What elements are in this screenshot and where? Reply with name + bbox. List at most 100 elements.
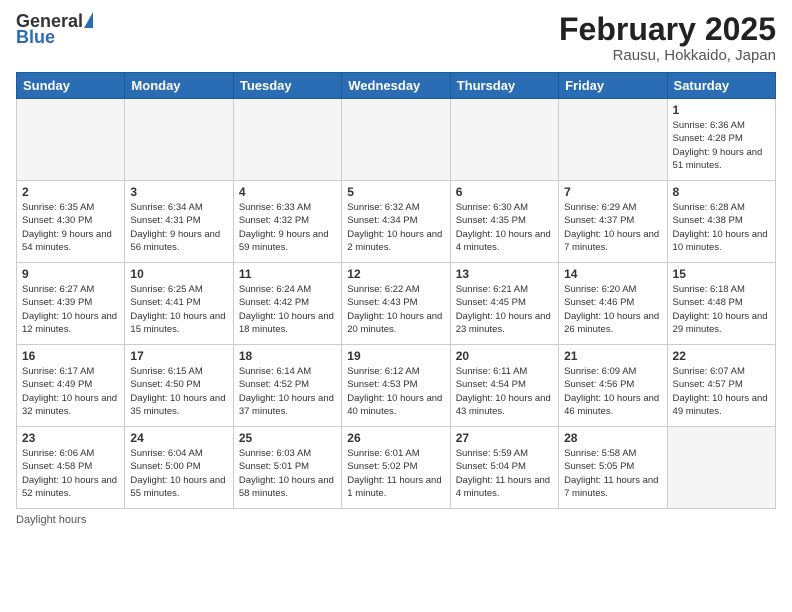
day-number: 16 <box>22 349 119 363</box>
day-number: 26 <box>347 431 444 445</box>
day-detail: Sunrise: 6:36 AM Sunset: 4:28 PM Dayligh… <box>673 119 770 172</box>
logo-triangle-icon <box>84 12 93 28</box>
day-detail: Sunrise: 6:30 AM Sunset: 4:35 PM Dayligh… <box>456 201 553 254</box>
calendar-footer: Daylight hours <box>16 514 776 526</box>
calendar-day-header: Thursday <box>450 73 558 99</box>
calendar-day-header: Friday <box>559 73 667 99</box>
calendar-day-cell <box>450 99 558 181</box>
day-detail: Sunrise: 6:20 AM Sunset: 4:46 PM Dayligh… <box>564 283 661 336</box>
day-detail: Sunrise: 6:35 AM Sunset: 4:30 PM Dayligh… <box>22 201 119 254</box>
day-detail: Sunrise: 6:22 AM Sunset: 4:43 PM Dayligh… <box>347 283 444 336</box>
calendar-day-cell: 13 Sunrise: 6:21 AM Sunset: 4:45 PM Dayli… <box>450 263 558 345</box>
calendar-day-cell: 6 Sunrise: 6:30 AM Sunset: 4:35 PM Daylig… <box>450 181 558 263</box>
calendar-day-cell <box>233 99 341 181</box>
calendar-header-row: SundayMondayTuesdayWednesdayThursdayFrid… <box>17 73 776 99</box>
calendar-day-cell: 2 Sunrise: 6:35 AM Sunset: 4:30 PM Daylig… <box>17 181 125 263</box>
calendar-day-cell: 1 Sunrise: 6:36 AM Sunset: 4:28 PM Daylig… <box>667 99 775 181</box>
calendar-day-cell: 26 Sunrise: 6:01 AM Sunset: 5:02 PM Dayli… <box>342 427 450 509</box>
day-number: 5 <box>347 185 444 199</box>
calendar-day-cell: 5 Sunrise: 6:32 AM Sunset: 4:34 PM Daylig… <box>342 181 450 263</box>
calendar-day-cell: 8Sunrise: 6:28 AM Sunset: 4:38 PM Daylig… <box>667 181 775 263</box>
daylight-hours-label: Daylight hours <box>16 514 86 526</box>
calendar-day-cell <box>667 427 775 509</box>
calendar-day-cell: 10 Sunrise: 6:25 AM Sunset: 4:41 PM Dayli… <box>125 263 233 345</box>
day-number: 4 <box>239 185 336 199</box>
day-number: 14 <box>564 267 661 281</box>
logo: General Blue <box>16 12 93 46</box>
day-detail: Sunrise: 6:03 AM Sunset: 5:01 PM Dayligh… <box>239 447 336 500</box>
day-number: 7 <box>564 185 661 199</box>
calendar-day-cell: 9 Sunrise: 6:27 AM Sunset: 4:39 PM Daylig… <box>17 263 125 345</box>
calendar-title: February 2025 <box>559 12 776 47</box>
day-detail: Sunrise: 6:29 AM Sunset: 4:37 PM Dayligh… <box>564 201 661 254</box>
day-number: 1 <box>673 103 770 117</box>
day-number: 15 <box>673 267 770 281</box>
day-number: 8 <box>673 185 770 199</box>
calendar-day-header: Monday <box>125 73 233 99</box>
calendar-day-cell: 15 Sunrise: 6:18 AM Sunset: 4:48 PM Dayli… <box>667 263 775 345</box>
calendar-day-cell: 4 Sunrise: 6:33 AM Sunset: 4:32 PM Daylig… <box>233 181 341 263</box>
calendar-week-row: 16 Sunrise: 6:17 AM Sunset: 4:49 PM Dayli… <box>17 345 776 427</box>
calendar-day-cell: 11Sunrise: 6:24 AM Sunset: 4:42 PM Dayli… <box>233 263 341 345</box>
calendar-day-cell: 22 Sunrise: 6:07 AM Sunset: 4:57 PM Dayli… <box>667 345 775 427</box>
calendar-week-row: 1 Sunrise: 6:36 AM Sunset: 4:28 PM Daylig… <box>17 99 776 181</box>
day-number: 9 <box>22 267 119 281</box>
header: General Blue February 2025 Rausu, Hokkai… <box>16 12 776 64</box>
calendar-day-cell: 20 Sunrise: 6:11 AM Sunset: 4:54 PM Dayli… <box>450 345 558 427</box>
calendar-day-cell: 28 Sunrise: 5:58 AM Sunset: 5:05 PM Dayli… <box>559 427 667 509</box>
day-detail: Sunrise: 6:07 AM Sunset: 4:57 PM Dayligh… <box>673 365 770 418</box>
day-number: 20 <box>456 349 553 363</box>
calendar-week-row: 23 Sunrise: 6:06 AM Sunset: 4:58 PM Dayli… <box>17 427 776 509</box>
calendar-day-cell: 3 Sunrise: 6:34 AM Sunset: 4:31 PM Daylig… <box>125 181 233 263</box>
day-detail: Sunrise: 6:06 AM Sunset: 4:58 PM Dayligh… <box>22 447 119 500</box>
day-number: 12 <box>347 267 444 281</box>
day-detail: Sunrise: 6:33 AM Sunset: 4:32 PM Dayligh… <box>239 201 336 254</box>
calendar-day-cell <box>125 99 233 181</box>
day-detail: Sunrise: 6:18 AM Sunset: 4:48 PM Dayligh… <box>673 283 770 336</box>
calendar-day-header: Sunday <box>17 73 125 99</box>
day-detail: Sunrise: 6:04 AM Sunset: 5:00 PM Dayligh… <box>130 447 227 500</box>
logo-blue-text: Blue <box>16 28 55 46</box>
calendar-day-cell <box>342 99 450 181</box>
calendar-day-cell: 21 Sunrise: 6:09 AM Sunset: 4:56 PM Dayli… <box>559 345 667 427</box>
calendar-day-cell: 23 Sunrise: 6:06 AM Sunset: 4:58 PM Dayli… <box>17 427 125 509</box>
day-detail: Sunrise: 6:09 AM Sunset: 4:56 PM Dayligh… <box>564 365 661 418</box>
calendar-day-cell: 25 Sunrise: 6:03 AM Sunset: 5:01 PM Dayli… <box>233 427 341 509</box>
calendar-location: Rausu, Hokkaido, Japan <box>559 47 776 64</box>
calendar-day-cell: 17Sunrise: 6:15 AM Sunset: 4:50 PM Dayli… <box>125 345 233 427</box>
day-detail: Sunrise: 6:17 AM Sunset: 4:49 PM Dayligh… <box>22 365 119 418</box>
calendar-day-cell: 7 Sunrise: 6:29 AM Sunset: 4:37 PM Daylig… <box>559 181 667 263</box>
day-number: 22 <box>673 349 770 363</box>
day-number: 21 <box>564 349 661 363</box>
day-number: 28 <box>564 431 661 445</box>
day-number: 25 <box>239 431 336 445</box>
day-number: 11 <box>239 267 336 281</box>
day-detail: Sunrise: 6:12 AM Sunset: 4:53 PM Dayligh… <box>347 365 444 418</box>
day-detail: Sunrise: 6:21 AM Sunset: 4:45 PM Dayligh… <box>456 283 553 336</box>
day-detail: Sunrise: 6:27 AM Sunset: 4:39 PM Dayligh… <box>22 283 119 336</box>
day-detail: Sunrise: 6:32 AM Sunset: 4:34 PM Dayligh… <box>347 201 444 254</box>
day-number: 2 <box>22 185 119 199</box>
day-number: 10 <box>130 267 227 281</box>
page: General Blue February 2025 Rausu, Hokkai… <box>0 0 792 612</box>
day-number: 3 <box>130 185 227 199</box>
calendar-day-header: Tuesday <box>233 73 341 99</box>
day-detail: Sunrise: 5:58 AM Sunset: 5:05 PM Dayligh… <box>564 447 661 500</box>
calendar-day-cell: 27Sunrise: 5:59 AM Sunset: 5:04 PM Dayli… <box>450 427 558 509</box>
day-number: 6 <box>456 185 553 199</box>
day-detail: Sunrise: 6:11 AM Sunset: 4:54 PM Dayligh… <box>456 365 553 418</box>
day-detail: Sunrise: 6:34 AM Sunset: 4:31 PM Dayligh… <box>130 201 227 254</box>
calendar-day-header: Saturday <box>667 73 775 99</box>
day-number: 27 <box>456 431 553 445</box>
calendar-day-cell: 19Sunrise: 6:12 AM Sunset: 4:53 PM Dayli… <box>342 345 450 427</box>
title-block: February 2025 Rausu, Hokkaido, Japan <box>559 12 776 64</box>
day-number: 23 <box>22 431 119 445</box>
day-number: 17 <box>130 349 227 363</box>
day-number: 24 <box>130 431 227 445</box>
calendar-day-header: Wednesday <box>342 73 450 99</box>
calendar-week-row: 9 Sunrise: 6:27 AM Sunset: 4:39 PM Daylig… <box>17 263 776 345</box>
day-detail: Sunrise: 6:25 AM Sunset: 4:41 PM Dayligh… <box>130 283 227 336</box>
day-number: 13 <box>456 267 553 281</box>
day-detail: Sunrise: 6:01 AM Sunset: 5:02 PM Dayligh… <box>347 447 444 500</box>
calendar-day-cell: 24 Sunrise: 6:04 AM Sunset: 5:00 PM Dayli… <box>125 427 233 509</box>
